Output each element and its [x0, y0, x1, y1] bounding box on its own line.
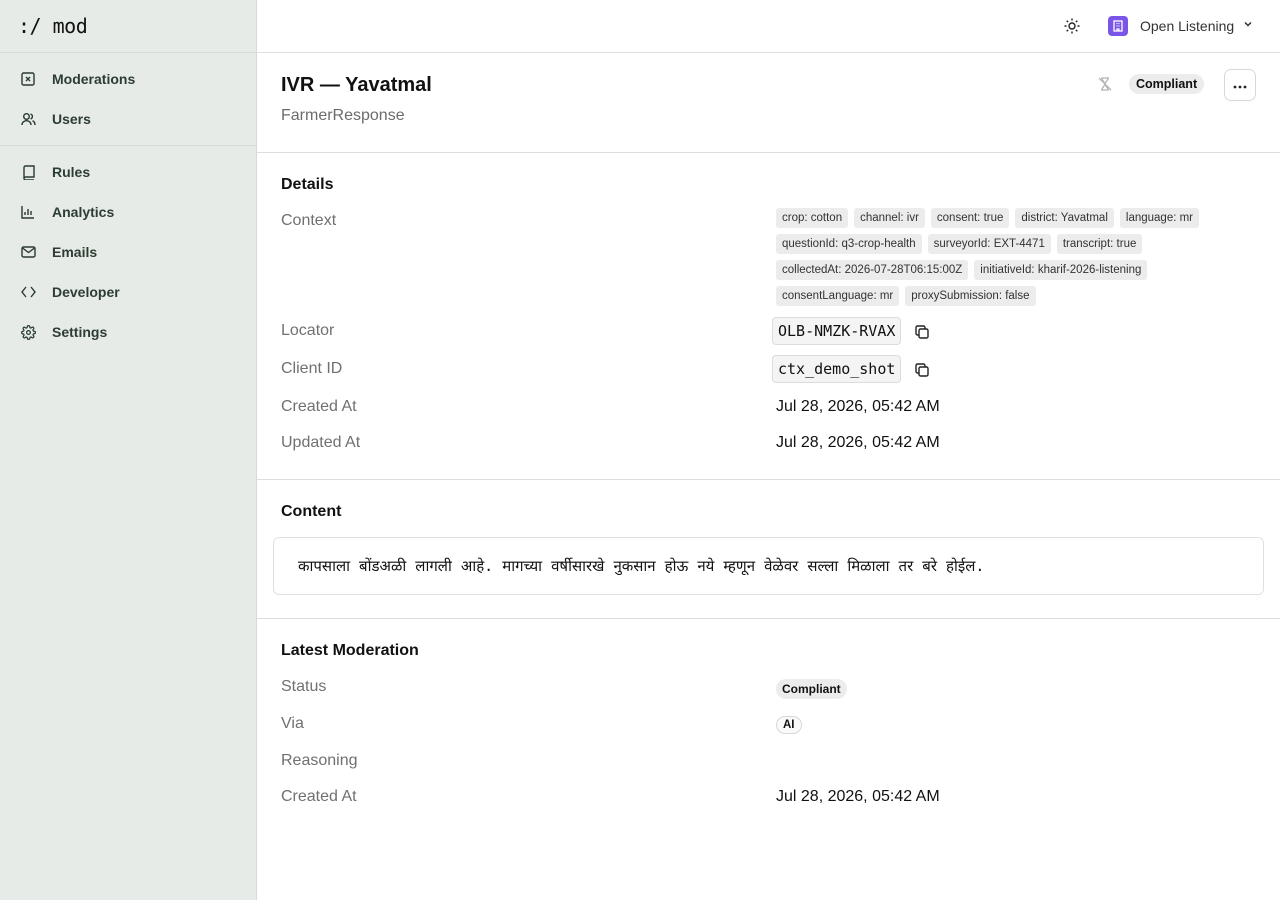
context-tag: channel: ivr [854, 208, 925, 228]
context-tag: surveyorId: EXT-4471 [927, 234, 1051, 254]
context-tag: initiativeId: kharif-2026-listening [974, 260, 1148, 280]
context-tag: consentLanguage: mr [776, 286, 900, 306]
logo-row: :/ mod [0, 0, 256, 53]
created-at-label: Created At [281, 398, 357, 415]
status-badge: Compliant [776, 679, 847, 699]
sidebar-item-settings[interactable]: Settings [0, 312, 256, 352]
context-tags: crop: cotton channel: ivr consent: true … [776, 208, 1246, 312]
book-icon [20, 164, 36, 180]
sidebar-item-label: Rules [52, 164, 91, 180]
status-label: Status [281, 678, 327, 695]
app-logo[interactable]: :/ mod [18, 14, 88, 38]
more-options-button[interactable] [1224, 69, 1256, 101]
reasoning-label: Reasoning [281, 752, 358, 769]
via-label: Via [281, 715, 304, 732]
sidebar-item-users[interactable]: Users [0, 99, 256, 139]
page-subtitle: FarmerResponse [281, 107, 405, 124]
status-badge: Compliant [1129, 74, 1205, 94]
context-tag: transcript: true [1056, 234, 1143, 254]
sidebar-item-label: Users [52, 111, 91, 127]
hourglass-off-icon [1097, 76, 1113, 92]
content-title: Content [281, 503, 342, 520]
context-tag: language: mr [1119, 208, 1200, 228]
context-tag: proxySubmission: false [905, 286, 1036, 306]
sidebar-item-label: Emails [52, 244, 98, 260]
chart-icon [20, 204, 36, 220]
page-title: IVR — Yavatmal [281, 74, 432, 96]
context-tag: questionId: q3-crop-health [776, 234, 922, 254]
locator-value-wrap: OLB-NMZK-RVAX [772, 317, 930, 345]
client-id-value: ctx_demo_shot [772, 355, 902, 383]
client-id-value-wrap: ctx_demo_shot [772, 355, 930, 383]
primary-nav: Moderations Users [0, 53, 256, 146]
moderation-created-at-value: Jul 28, 2026, 05:42 AM [776, 788, 940, 805]
moderation-created-at-label: Created At [281, 788, 357, 805]
sidebar-item-label: Analytics [52, 204, 115, 220]
gear-icon [20, 324, 36, 340]
sidebar-item-label: Developer [52, 284, 120, 300]
sun-icon[interactable] [1063, 17, 1081, 35]
updated-at-value: Jul 28, 2026, 05:42 AM [776, 434, 940, 451]
via-value-wrap: AI [776, 715, 802, 734]
context-tag: crop: cotton [776, 208, 849, 228]
details-section: Details Context crop: cotton channel: iv… [257, 153, 1280, 480]
locator-value: OLB-NMZK-RVAX [772, 317, 902, 345]
sidebar-item-developer[interactable]: Developer [0, 272, 256, 312]
updated-at-label: Updated At [281, 434, 361, 451]
sidebar-item-label: Settings [52, 324, 108, 340]
sidebar-item-moderations[interactable]: Moderations [0, 59, 256, 99]
context-tag: district: Yavatmal [1015, 208, 1114, 228]
context-tag: collectedAt: 2026-07-28T06:15:00Z [776, 260, 969, 280]
content-section: Content कापसाला बोंडअळी लागली आहे. मागच्… [257, 480, 1280, 619]
context-label: Context [281, 212, 337, 229]
page-header: IVR — Yavatmal FarmerResponse Compliant [257, 53, 1280, 153]
code-icon [20, 284, 36, 300]
secondary-nav: Rules Analytics Emails Developer Setting… [0, 146, 256, 358]
latest-moderation-title: Latest Moderation [281, 642, 419, 659]
latest-moderation-section: Latest Moderation Status Compliant Via A… [257, 619, 1280, 859]
main-content: IVR — Yavatmal FarmerResponse Compliant … [257, 53, 1280, 900]
sidebar-item-analytics[interactable]: Analytics [0, 192, 256, 232]
copy-icon[interactable] [914, 324, 930, 340]
copy-icon[interactable] [914, 362, 930, 378]
sidebar-item-emails[interactable]: Emails [0, 232, 256, 272]
moderation-icon [20, 71, 36, 87]
context-tag: consent: true [930, 208, 1010, 228]
locator-label: Locator [281, 322, 335, 339]
content-text: कापसाला बोंडअळी लागली आहे. मागच्या वर्षी… [273, 537, 1264, 595]
mail-icon [20, 244, 36, 260]
created-at-value: Jul 28, 2026, 05:42 AM [776, 398, 940, 415]
users-icon [20, 111, 36, 127]
status-value-wrap: Compliant [776, 679, 847, 699]
org-switcher[interactable]: Open Listening [1108, 16, 1254, 36]
sidebar-item-rules[interactable]: Rules [0, 152, 256, 192]
topbar: Open Listening [257, 0, 1280, 53]
via-badge: AI [776, 716, 802, 734]
client-id-label: Client ID [281, 360, 343, 377]
sidebar-item-label: Moderations [52, 71, 136, 87]
ellipsis-icon [1233, 76, 1247, 94]
org-name: Open Listening [1140, 18, 1235, 34]
sidebar: :/ mod Moderations Users Rules Analytics… [0, 0, 257, 900]
chevron-down-icon [1242, 17, 1254, 35]
details-title: Details [281, 176, 334, 193]
building-icon [1108, 16, 1128, 36]
